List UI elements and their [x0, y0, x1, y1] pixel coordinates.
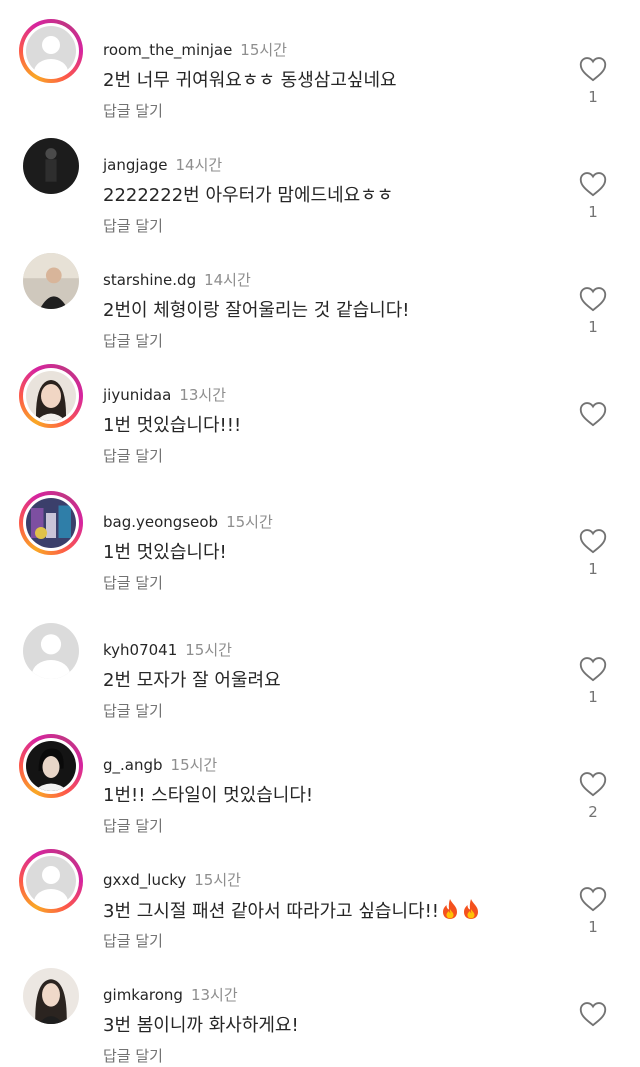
comment-item: room_the_minjae 15시간 2번 너무 귀여워요ㅎㅎ 동생삼고싶네요…: [0, 0, 640, 120]
avatar[interactable]: [19, 964, 83, 1028]
username[interactable]: kyh07041: [103, 641, 177, 659]
avatar[interactable]: [19, 849, 83, 913]
comment-item: bag.yeongseob 15시간 1번 멋있습니다! 답글 달기 1: [0, 472, 640, 592]
comment-text: 1번!! 스타일이 멋있습니다!: [103, 785, 314, 806]
username[interactable]: room_the_minjae: [103, 41, 232, 59]
comment-item: jiyunidaa 13시간 1번 멋있습니다!!! 답글 달기: [0, 345, 640, 465]
person-photo-icon: [23, 968, 79, 1024]
comment-text: 2번이 체형이랑 잘어울리는 것 같습니다!: [103, 300, 410, 321]
username[interactable]: g_.angb: [103, 756, 163, 774]
timestamp: 15시간: [194, 871, 241, 889]
comment-text: 3번 그시절 패션 같아서 따라가고 싶습니다!!: [103, 898, 481, 925]
timestamp: 15시간: [170, 756, 218, 774]
timestamp: 14시간: [204, 271, 251, 289]
comment-text: 2번 너무 귀여워요ㅎㅎ 동생삼고싶네요: [103, 70, 397, 91]
heart-icon[interactable]: [579, 1001, 607, 1027]
timestamp: 15시간: [185, 641, 232, 659]
like-count: 1: [588, 688, 598, 706]
comment-item: kyh07041 15시간 2번 모자가 잘 어울려요 답글 달기 1: [0, 600, 640, 720]
person-photo-icon: [26, 371, 76, 421]
username[interactable]: gxxd_lucky: [103, 871, 186, 889]
timestamp: 15시간: [226, 513, 273, 531]
comment-text: 3번 봄이니까 화사하게요!: [103, 1015, 299, 1036]
person-photo-icon: [23, 253, 79, 309]
like-count: 2: [588, 803, 598, 821]
timestamp: 14시간: [175, 156, 223, 174]
comment-item: starshine.dg 14시간 2번이 체형이랑 잘어울리는 것 같습니다! …: [0, 230, 640, 350]
avatar[interactable]: [19, 491, 83, 555]
username[interactable]: jangjage: [103, 156, 168, 174]
heart-icon[interactable]: [579, 528, 607, 554]
username[interactable]: starshine.dg: [103, 271, 196, 289]
like-count: 1: [588, 560, 598, 578]
person-photo-icon: [26, 741, 76, 791]
comment-text: 1번 멋있습니다!!!: [103, 415, 242, 436]
like-count: 1: [588, 918, 598, 936]
dark-photo-icon: [23, 138, 79, 194]
comment-text-body: 3번 그시절 패션 같아서 따라가고 싶습니다!!: [103, 901, 440, 922]
avatar[interactable]: [19, 734, 83, 798]
comment-item: jangjage 14시간 2222222번 아우터가 맘에드네요ㅎㅎ 답글 달기…: [0, 115, 640, 235]
like-count: 1: [588, 318, 598, 336]
timestamp: 13시간: [179, 386, 226, 404]
comment-text: 1번 멋있습니다!: [103, 542, 227, 563]
comment-text: 2222222번 아우터가 맘에드네요ㅎㅎ: [103, 185, 394, 206]
heart-icon[interactable]: [579, 56, 607, 82]
avatar[interactable]: [19, 134, 83, 198]
avatar[interactable]: [19, 619, 83, 683]
avatar[interactable]: [19, 19, 83, 83]
username[interactable]: bag.yeongseob: [103, 513, 218, 531]
reply-button[interactable]: 답글 달기: [103, 1045, 163, 1067]
heart-icon[interactable]: [579, 171, 607, 197]
fire-icon: [440, 898, 460, 920]
like-count: 1: [588, 203, 598, 221]
timestamp: 15시간: [240, 41, 287, 59]
avatar[interactable]: [19, 249, 83, 313]
timestamp: 13시간: [190, 986, 238, 1004]
heart-icon[interactable]: [579, 886, 607, 912]
heart-icon[interactable]: [579, 771, 607, 797]
heart-icon[interactable]: [579, 401, 607, 427]
username[interactable]: gimkarong: [103, 986, 183, 1004]
like-count: 1: [588, 88, 598, 106]
comment-item: gxxd_lucky 15시간 3번 그시절 패션 같아서 따라가고 싶습니다!!…: [0, 830, 640, 950]
comment-item: g_.angb 15시간 1번!! 스타일이 멋있습니다! 답글 달기 2: [0, 715, 640, 835]
comment-item: gimkarong 13시간 3번 봄이니까 화사하게요! 답글 달기: [0, 945, 640, 1065]
colorful-photo-icon: [26, 498, 76, 548]
default-avatar-icon: [26, 856, 76, 906]
reply-button[interactable]: 답글 달기: [103, 445, 163, 467]
default-avatar-icon: [23, 623, 79, 679]
heart-icon[interactable]: [579, 286, 607, 312]
avatar[interactable]: [19, 364, 83, 428]
heart-icon[interactable]: [579, 656, 607, 682]
reply-button[interactable]: 답글 달기: [103, 572, 163, 594]
fire-icon: [461, 898, 481, 920]
default-avatar-icon: [26, 26, 76, 76]
username[interactable]: jiyunidaa: [103, 386, 171, 404]
comment-text: 2번 모자가 잘 어울려요: [103, 670, 281, 691]
